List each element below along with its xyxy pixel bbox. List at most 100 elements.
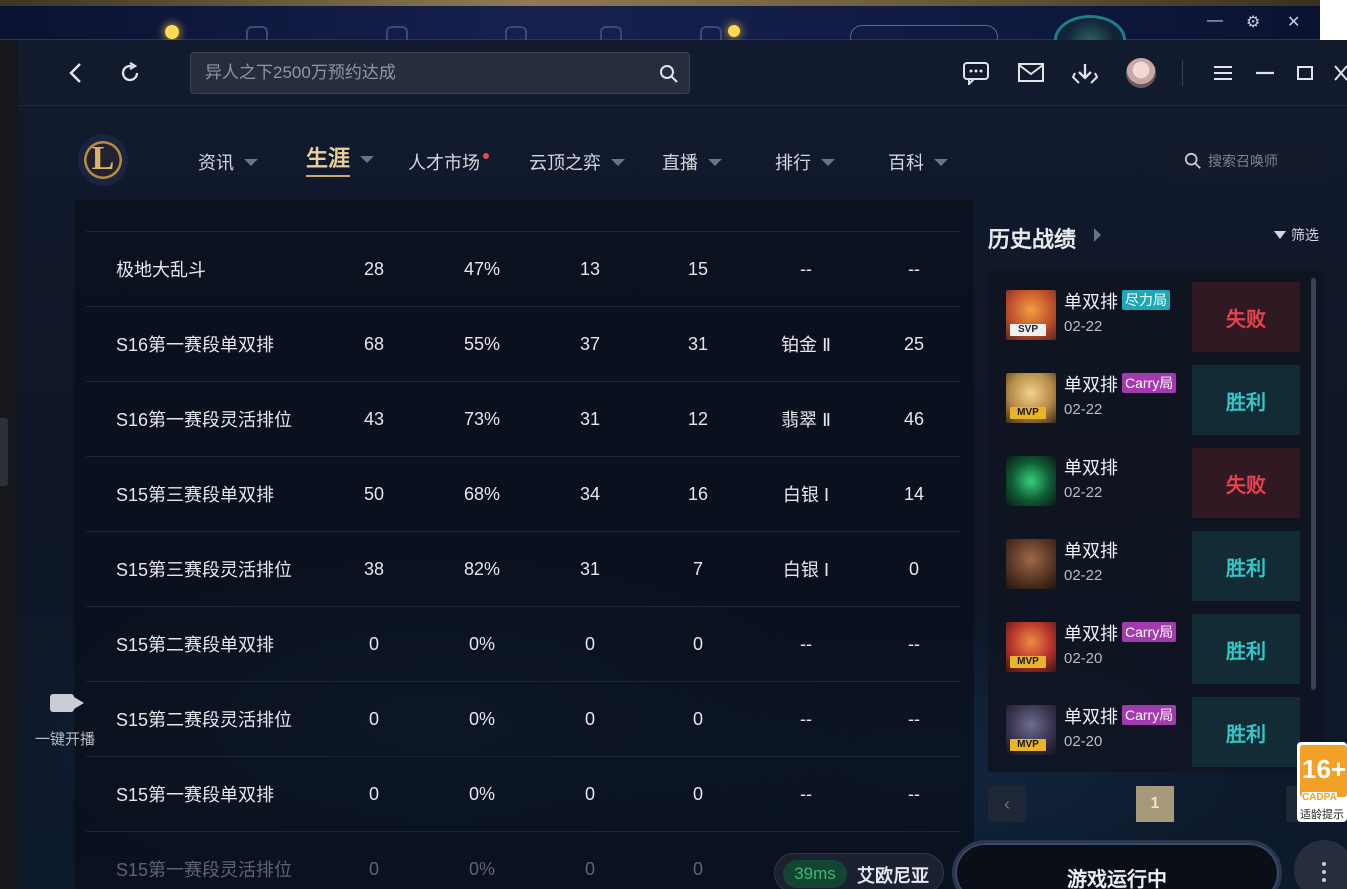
user-avatar[interactable] [1126,58,1156,88]
stat-cell-c1: 43 [363,408,385,429]
nav-news[interactable]: 资讯 [198,150,258,174]
stat-cell-c4: 0 [692,783,703,804]
nav-tft-label: 云顶之弈 [529,153,601,173]
stat-cell-c1: 0 [368,783,379,804]
chevron-down-icon [934,158,948,166]
mail-icon[interactable] [1016,60,1046,86]
refresh-icon[interactable] [116,58,144,88]
filter-button[interactable]: 筛选 [1274,225,1319,245]
client-play-icon[interactable] [600,26,622,40]
chat-icon[interactable] [962,60,990,86]
nav-talent-market[interactable]: 人才市场 [408,150,480,174]
match-item[interactable]: 单双排 02-22 失败 [996,444,1300,518]
table-row[interactable]: S15第一赛段单双排 0 0% 0 0 -- -- [86,757,960,832]
performance-tag: Carry局 [1122,622,1177,642]
pager-page-button[interactable]: 1 [1136,786,1174,822]
match-result[interactable]: 失败 [1192,282,1300,352]
stat-cell-c2: 0% [468,633,495,654]
nav-wiki[interactable]: 百科 [888,150,948,174]
stat-cell-c6: -- [908,708,920,729]
queue-name: S16第一赛段灵活排位 [116,410,293,430]
table-row[interactable]: S15第二赛段灵活排位 0 0% 0 0 -- -- [86,682,960,757]
client-close-icon[interactable]: ✕ [1287,12,1300,32]
download-icon[interactable] [1070,60,1100,86]
global-search[interactable] [190,52,690,94]
stat-cell-c6: 14 [903,483,925,504]
search-icon[interactable] [657,62,681,86]
pager-prev-button[interactable]: ‹ [988,786,1026,822]
table-row[interactable]: S15第三赛段单双排 50 68% 34 16 白银 Ⅰ 14 [86,457,960,532]
stat-cell-c1: 0 [368,858,379,879]
nav-live-label: 直播 [662,153,698,173]
maximize-icon[interactable] [1294,62,1316,84]
age-rating-tip: 适龄提示 [1300,809,1344,821]
queue-name: S15第三赛段单双排 [116,485,275,505]
main-nav: L 资讯 生涯 人才市场 云顶之弈 直播 排行 百科 [18,106,1347,198]
scrollbar[interactable] [1311,278,1316,690]
history-title[interactable]: 历史战绩 [988,222,1076,254]
match-item[interactable]: MVP 单双排 Carry局 02-20 胜利 [996,693,1300,767]
match-date: 02-20 [1064,650,1103,667]
game-client-topbar: — ⚙ ✕ [0,0,1347,65]
table-row[interactable]: S15第三赛段灵活排位 38 82% 31 7 白银 Ⅰ 0 [86,532,960,607]
nav-tft[interactable]: 云顶之弈 [529,150,625,174]
launch-button-label: 游戏运行中 [1067,869,1167,889]
stat-cell-c5: 铂金 Ⅱ [781,335,831,355]
match-result[interactable]: 胜利 [1192,697,1300,767]
summoner-search[interactable] [1168,144,1328,178]
table-row[interactable]: 极地大乱斗 28 47% 13 15 -- -- [86,232,960,307]
menu-icon[interactable] [1212,62,1234,84]
stat-cell-c3: 0 [584,783,595,804]
one-click-live-button[interactable]: 一键开播 [30,690,100,750]
stat-cell-c2: 82% [463,558,501,579]
chevron-right-icon[interactable] [1094,228,1101,242]
lol-logo[interactable]: L [78,134,128,186]
match-history-list: SVP 单双排 尽力局 02-22 失败 MVP 单双排 Carry局 02-22 胜利 单双排 02… [988,270,1324,772]
match-result[interactable]: 胜利 [1192,614,1300,684]
live-button-label: 一键开播 [34,731,95,748]
stat-cell-c5: -- [800,258,812,279]
match-date: 02-22 [1064,401,1103,418]
nav-ranking[interactable]: 排行 [775,150,835,174]
minimize-icon[interactable] [1254,62,1276,84]
client-shop-icon[interactable] [505,26,527,40]
glow-light-icon [728,25,740,37]
client-nav-icon[interactable] [700,26,722,40]
match-result[interactable]: 胜利 [1192,365,1300,435]
gold-trim [0,0,1320,6]
table-row[interactable]: S16第一赛段灵活排位 43 73% 31 12 翡翠 Ⅱ 46 [86,382,960,457]
client-nav-icon[interactable] [246,26,268,40]
launch-game-button[interactable]: 游戏运行中 [952,840,1282,889]
queue-name: S15第一赛段单双排 [116,785,275,805]
global-search-input[interactable] [191,53,651,93]
stat-cell-c4: 0 [692,708,703,729]
match-item[interactable]: 单双排 02-22 胜利 [996,527,1300,601]
client-settings-icon[interactable]: ⚙ [1246,12,1260,32]
server-status[interactable]: 39ms 艾欧尼亚 [774,853,944,889]
back-icon[interactable] [62,58,88,88]
match-item[interactable]: MVP 单双排 Carry局 02-22 胜利 [996,361,1300,435]
stat-cell-c1: 0 [368,633,379,654]
match-result[interactable]: 胜利 [1192,531,1300,601]
match-mode: 单双排 [1064,624,1118,644]
close-icon[interactable] [1332,62,1347,84]
table-row[interactable]: S16第一赛段单双排 68 55% 37 31 铂金 Ⅱ 25 [86,307,960,382]
nav-live[interactable]: 直播 [662,150,722,174]
match-item[interactable]: MVP 单双排 Carry局 02-20 胜利 [996,610,1300,684]
table-row[interactable]: S15第二赛段单双排 0 0% 0 0 -- -- [86,607,960,682]
search-icon [1184,152,1202,170]
nav-career[interactable]: 生涯 [306,146,375,177]
stat-cell-c2: 0% [468,783,495,804]
queue-name: S15第二赛段灵活排位 [116,710,293,730]
client-nav-icon[interactable] [386,26,408,40]
client-minimize-icon[interactable]: — [1207,12,1223,30]
mvp-badge: MVP [1010,407,1046,419]
chevron-down-icon [708,158,722,166]
side-tab[interactable] [0,418,8,486]
match-item[interactable]: SVP 单双排 尽力局 02-22 失败 [996,278,1300,352]
match-result[interactable]: 失败 [1192,448,1300,518]
more-options-button[interactable] [1294,840,1347,889]
stat-cell-c6: -- [908,633,920,654]
summoner-search-input[interactable] [1208,153,1328,169]
age-rating-number: 16+ [1302,754,1347,784]
